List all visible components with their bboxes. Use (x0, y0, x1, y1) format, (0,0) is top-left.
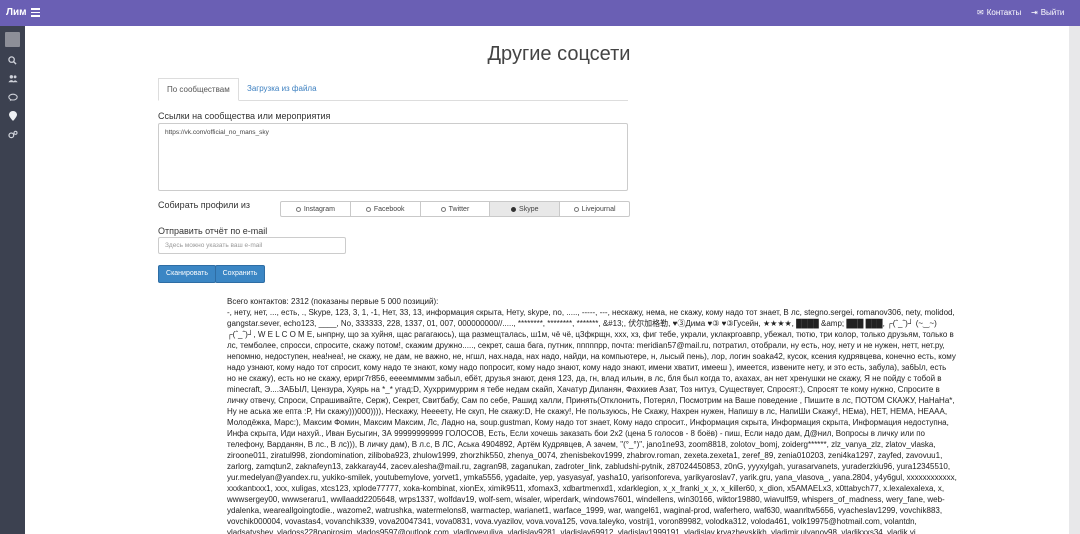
avatar[interactable] (5, 32, 20, 47)
tab-by-communities[interactable]: По сообществам (158, 78, 239, 101)
scan-button[interactable]: Сканировать (158, 265, 216, 283)
results-section: Всего контактов: 2312 (показаны первые 5… (227, 296, 957, 534)
chat-icon[interactable] (7, 93, 18, 104)
tab-file-upload[interactable]: Загрузка из файла (239, 78, 325, 99)
radio-instagram[interactable]: Instagram (281, 202, 351, 216)
logout-icon: ⇥ (1031, 8, 1038, 17)
menu-toggle-icon[interactable] (31, 8, 40, 17)
logout-link-label: Выйти (1040, 8, 1065, 17)
links-label: Ссылки на сообщества или мероприятия (158, 111, 331, 121)
sidebar (0, 26, 25, 534)
email-field[interactable]: Здесь можно указать ваш e-mail (158, 237, 346, 254)
radio-label: Twitter (448, 205, 470, 213)
radio-label: Livejournal (581, 205, 616, 213)
logout-link[interactable]: ⇥ Выйти (1031, 8, 1064, 17)
network-radio-group: Instagram Facebook Twitter Skype Livejou… (280, 201, 630, 217)
envelope-icon: ✉ (977, 8, 984, 17)
radio-dot-icon (365, 206, 371, 212)
radio-dot-icon (573, 206, 579, 212)
email-report-label: Отправить отчёт по e-mail (158, 226, 268, 236)
links-textarea[interactable]: https://vk.com/official_no_mans_sky (158, 123, 628, 191)
contacts-list: -, нету, нет, ..., есть, ., Skype, 123, … (227, 308, 957, 534)
radio-twitter[interactable]: Twitter (421, 202, 491, 216)
radio-label: Facebook (373, 205, 405, 213)
save-button[interactable]: Сохранить (215, 265, 265, 283)
scrollbar-track[interactable] (1069, 26, 1080, 534)
radio-dot-icon (440, 206, 446, 212)
brand-logo[interactable]: Лим (6, 7, 27, 18)
radio-livejournal[interactable]: Livejournal (560, 202, 629, 216)
radio-dot-icon (295, 206, 301, 212)
settings-icon[interactable] (7, 130, 18, 141)
top-navbar: Лим ✉ Контакты ⇥ Выйти (0, 0, 1080, 26)
radio-label: Skype (519, 205, 539, 213)
marker-icon[interactable] (7, 111, 18, 122)
radio-dot-icon (511, 206, 517, 212)
radio-skype[interactable]: Skype (490, 202, 561, 216)
tab-bar: По сообществам Загрузка из файла (158, 78, 628, 101)
page-title: Другие соцсети (487, 43, 631, 65)
users-icon[interactable] (7, 74, 18, 85)
collect-profiles-label: Собирать профили из (158, 200, 251, 210)
radio-label: Instagram (303, 205, 335, 213)
contacts-link-label: Контакты (986, 8, 1022, 17)
radio-facebook[interactable]: Facebook (351, 202, 421, 216)
results-count: Всего контактов: 2312 (показаны первые 5… (227, 297, 439, 306)
search-icon[interactable] (7, 56, 18, 67)
contacts-link[interactable]: ✉ Контакты (977, 8, 1021, 17)
